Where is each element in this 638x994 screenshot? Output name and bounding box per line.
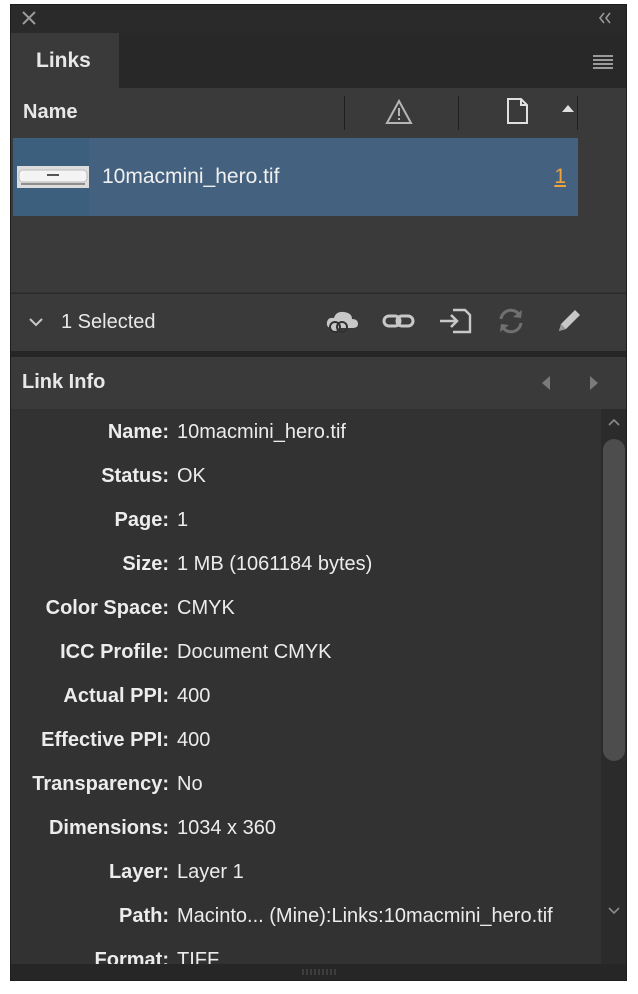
info-value: 1 MB (1061184 bytes) [177, 553, 373, 575]
link-info-heading: Link Info [22, 371, 106, 393]
info-key: ICC Profile: [60, 641, 169, 663]
info-row: Path: Macinto... (Mine):Links:10macmini_… [11, 905, 601, 935]
column-separator [458, 96, 459, 130]
update-link-icon[interactable] [493, 306, 529, 336]
collapse-panel-icon[interactable] [596, 10, 614, 26]
info-key: Transparency: [32, 773, 169, 795]
column-header: Name [11, 88, 626, 138]
selection-toolbar: 1 Selected [11, 293, 626, 352]
info-key: Size: [122, 553, 169, 575]
edit-original-icon[interactable] [551, 306, 587, 336]
info-row: Page: 1 [11, 509, 601, 539]
info-value: TIFF [177, 949, 220, 964]
column-separator [344, 96, 345, 130]
mac-mini-thumbnail-icon [17, 166, 89, 188]
info-key: Effective PPI: [41, 729, 169, 751]
panel-menu-icon[interactable] [592, 54, 614, 70]
link-thumbnail [13, 138, 89, 216]
info-value: Macinto... (Mine):Links:10macmini_hero.t… [177, 905, 553, 927]
info-row: Layer: Layer 1 [11, 861, 601, 891]
link-name: 10macmini_hero.tif [102, 165, 280, 188]
relink-icon[interactable] [381, 306, 417, 336]
info-key: Format: [94, 949, 169, 964]
info-value: OK [177, 465, 206, 487]
info-row: Dimensions: 1034 x 360 [11, 817, 601, 847]
info-row: Name: 10macmini_hero.tif [11, 421, 601, 451]
info-value: Layer 1 [177, 861, 244, 883]
column-name-header[interactable]: Name [23, 101, 77, 124]
link-info-header: Link Info [11, 357, 626, 409]
next-arrow-icon[interactable] [587, 375, 601, 391]
info-value: 1034 x 360 [177, 817, 276, 839]
scroll-up-icon[interactable] [608, 418, 620, 426]
info-key: Actual PPI: [63, 685, 169, 707]
info-key: Path: [119, 905, 169, 927]
tab-label: Links [36, 49, 91, 72]
info-value: 1 [177, 509, 189, 531]
resize-bar [11, 964, 626, 980]
cloud-link-icon[interactable] [324, 306, 360, 336]
info-row: ICC Profile: Document CMYK [11, 641, 601, 671]
chevron-down-icon[interactable] [28, 316, 44, 328]
link-info-list: Name: 10macmini_hero.tif Status: OK Page… [11, 409, 601, 964]
info-key: Color Space: [45, 597, 169, 619]
info-row: Transparency: No [11, 773, 601, 803]
info-row: Color Space: CMYK [11, 597, 601, 627]
selected-count: 1 Selected [61, 311, 156, 333]
scroll-down-icon[interactable] [608, 907, 620, 915]
info-key: Dimensions: [48, 817, 169, 839]
info-value: 10macmini_hero.tif [177, 421, 346, 443]
info-key: Status: [101, 465, 169, 487]
goto-link-icon[interactable] [437, 306, 473, 336]
info-key: Page: [114, 509, 169, 531]
warning-icon[interactable] [385, 99, 413, 125]
info-row: Size: 1 MB (1061184 bytes) [11, 553, 601, 583]
link-page-number[interactable]: 1 [554, 165, 566, 189]
info-row: Format: TIFF [11, 949, 601, 964]
info-row: Status: OK [11, 465, 601, 495]
info-value: 400 [177, 685, 211, 707]
scrollbar-thumb[interactable] [603, 439, 625, 761]
resize-grip-icon[interactable] [301, 968, 339, 976]
previous-arrow-icon[interactable] [539, 375, 553, 391]
column-separator [577, 96, 578, 130]
link-row[interactable]: 10macmini_hero.tif 1 [13, 138, 578, 216]
info-key: Name: [107, 421, 169, 443]
tab-bar: Links [11, 33, 626, 88]
sort-ascending-icon[interactable] [561, 103, 575, 113]
info-value: Document CMYK [177, 641, 332, 663]
info-scrollbar[interactable] [601, 409, 626, 964]
page-icon[interactable] [505, 97, 529, 125]
info-key: Layer: [108, 861, 169, 883]
info-value: No [177, 773, 203, 795]
info-row: Actual PPI: 400 [11, 685, 601, 715]
info-value: 400 [177, 729, 211, 751]
info-value: CMYK [177, 597, 235, 619]
info-row: Effective PPI: 400 [11, 729, 601, 759]
tab-links[interactable]: Links [11, 33, 119, 88]
links-list: 10macmini_hero.tif 1 [11, 138, 626, 292]
close-icon[interactable] [20, 9, 38, 27]
links-panel: Links Name 10macmini_hero.tif 1 1 Select… [10, 4, 627, 981]
panel-titlebar [11, 5, 626, 33]
